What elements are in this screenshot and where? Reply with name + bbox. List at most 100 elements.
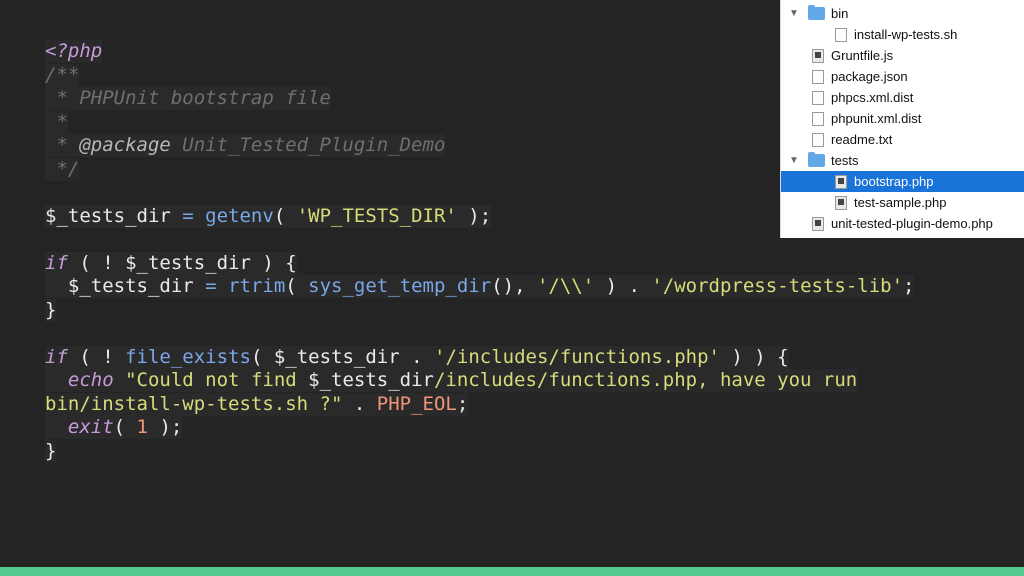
code-line-text: $_tests_dir = rtrim( sys_get_temp_dir(),… <box>45 275 915 298</box>
code-line-text: */ <box>45 157 80 181</box>
tree-item-bootstrap-php[interactable]: bootstrap.php <box>781 171 1024 192</box>
tree-item-test-sample-php[interactable]: test-sample.php <box>781 192 1024 213</box>
code-line-text: if ( ! file_exists( $_tests_dir . '/incl… <box>45 345 789 369</box>
tree-item-label: phpunit.xml.dist <box>831 111 922 126</box>
tree-item-label: bin <box>831 6 849 21</box>
tree-item-label: readme.txt <box>831 132 893 147</box>
code-line-text: <?php <box>45 40 103 63</box>
tree-item-label: unit-tested-plugin-demo.php <box>831 216 993 231</box>
code-line: exit( 1 ); <box>45 416 1005 440</box>
code-line-text: * PHPUnit bootstrap file <box>45 87 331 110</box>
code-token: $_tests_dir <box>45 204 171 227</box>
code-token: /includes/functions.php, have you run <box>433 369 858 391</box>
code-token: $_tests_dir <box>308 369 434 391</box>
tree-item-label: test-sample.php <box>854 195 947 210</box>
code-token: $_tests_dir <box>67 275 194 297</box>
code-token: if <box>45 251 68 274</box>
code-token: ) ) { <box>719 345 789 368</box>
code-token: ( ! <box>67 251 126 274</box>
code-token: } <box>45 298 57 321</box>
script-file-icon <box>812 49 824 63</box>
code-token: 1 <box>136 416 148 438</box>
file-tree-panel: ▼ bin install-wp-tests.sh Gruntfile.js packa… <box>780 0 1024 238</box>
code-token: ); <box>148 416 183 438</box>
accent-bar <box>0 567 1024 576</box>
folder-icon <box>808 152 825 167</box>
code-line-text: * <box>45 110 68 134</box>
code-token: getenv <box>205 204 274 227</box>
code-token: . <box>342 392 377 415</box>
disclosure-triangle-icon[interactable]: ▼ <box>789 150 799 171</box>
code-token: ( <box>285 275 309 297</box>
tree-item-tests[interactable]: ▼ tests <box>781 150 1024 171</box>
tree-item-install-wp-tests-sh[interactable]: install-wp-tests.sh <box>781 24 1024 45</box>
code-token: ) { <box>250 251 297 274</box>
tree-item-unit-tested-plugin-demo-php[interactable]: unit-tested-plugin-demo.php <box>781 213 1024 234</box>
code-line-text: echo "Could not find $_tests_dir/include… <box>45 369 858 392</box>
code-token: * <box>45 134 80 156</box>
code-token: ( <box>273 204 297 227</box>
tree-item-readme-txt[interactable]: readme.txt <box>781 129 1024 150</box>
code-token: '/\\' <box>536 275 595 297</box>
code-line: } <box>45 439 1005 464</box>
code-token: ; <box>456 392 469 415</box>
code-line-text: } <box>45 439 57 463</box>
tree-item-label: tests <box>831 153 859 168</box>
code-token: @package <box>79 134 171 156</box>
code-token: Unit_Tested_Plugin_Demo <box>170 134 446 156</box>
code-line-text: } <box>45 298 57 322</box>
code-token: '/wordpress-tests-lib' <box>651 275 904 297</box>
tree-item-label: Gruntfile.js <box>831 48 894 63</box>
script-file-icon <box>835 175 847 189</box>
code-token: file_exists <box>125 345 251 368</box>
tree-item-bin[interactable]: ▼ bin <box>781 3 1024 24</box>
code-line-text: /** <box>45 63 80 87</box>
tree-item-label: phpcs.xml.dist <box>831 90 914 105</box>
code-line: echo "Could not find $_tests_dir/include… <box>45 369 1005 393</box>
code-token: '/includes/functions.php' <box>434 345 720 368</box>
tree-item-package-json[interactable]: package.json <box>781 66 1024 87</box>
code-line-text: exit( 1 ); <box>45 416 183 439</box>
tree-item-phpunit-xml-dist[interactable]: phpunit.xml.dist <box>781 108 1024 129</box>
code-line: if ( ! $_tests_dir ) { <box>45 251 1005 276</box>
code-token: ( <box>250 345 274 368</box>
code-line: } <box>45 298 1005 323</box>
code-token: * PHPUnit bootstrap file <box>45 87 331 109</box>
folder-icon <box>808 5 825 20</box>
tree-item-label: package.json <box>831 69 908 84</box>
code-token: rtrim <box>228 275 286 297</box>
code-token: PHP_EOL <box>376 392 457 415</box>
code-token: $_tests_dir <box>273 345 400 368</box>
code-token: = <box>170 204 206 227</box>
code-token: */ <box>45 157 80 180</box>
code-token: 'WP_TESTS_DIR' <box>296 204 457 227</box>
tree-item-label: bootstrap.php <box>854 174 934 189</box>
file-icon <box>835 28 847 42</box>
code-token: sys_get_temp_dir <box>308 275 492 297</box>
code-token: /** <box>45 63 80 86</box>
file-icon <box>812 133 824 147</box>
code-token: (), <box>491 275 537 297</box>
code-token: = <box>193 275 229 297</box>
code-token: ; <box>903 275 915 297</box>
code-line-text: if ( ! $_tests_dir ) { <box>45 251 297 275</box>
file-icon <box>812 70 824 84</box>
code-line: $_tests_dir = rtrim( sys_get_temp_dir(),… <box>45 275 1005 299</box>
tree-item-phpcs-xml-dist[interactable]: phpcs.xml.dist <box>781 87 1024 108</box>
code-token: bin/install-wp-tests.sh ?" <box>45 392 343 415</box>
script-file-icon <box>812 217 824 231</box>
code-token: echo <box>67 369 114 391</box>
tree-item-label: install-wp-tests.sh <box>854 27 958 42</box>
code-token: ); <box>456 204 492 227</box>
file-icon <box>812 112 824 126</box>
disclosure-triangle-icon[interactable]: ▼ <box>789 3 799 24</box>
tree-item-gruntfile-js[interactable]: Gruntfile.js <box>781 45 1024 66</box>
code-token: <?php <box>45 40 103 62</box>
code-token: ( <box>113 416 137 438</box>
code-token: exit <box>67 416 114 438</box>
code-line: bin/install-wp-tests.sh ?" . PHP_EOL; <box>45 392 1005 417</box>
